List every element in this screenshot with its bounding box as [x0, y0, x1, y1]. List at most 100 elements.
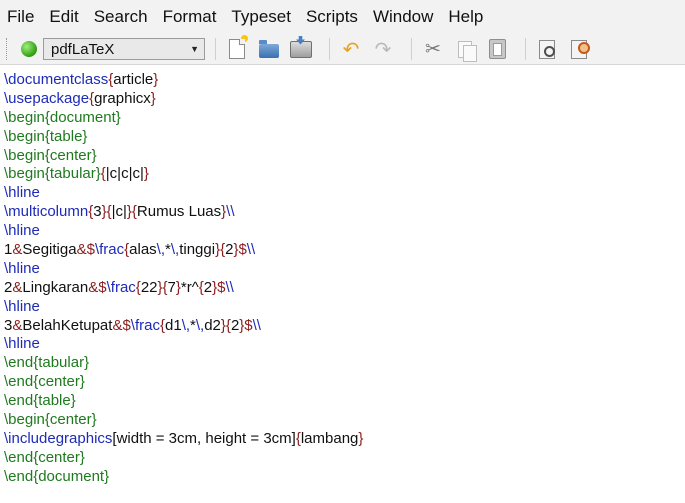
code-line[interactable]: \begin{document} — [4, 109, 685, 128]
folder-open-icon — [259, 39, 279, 58]
code-token: Lingkaran — [22, 278, 89, 296]
save-button[interactable] — [287, 37, 315, 61]
typeset-engine-value: pdfLaTeX — [51, 40, 115, 58]
code-token: \begin{tabular} — [4, 165, 101, 183]
typeset-engine-select[interactable]: pdfLaTeX ▼ — [43, 38, 205, 60]
menu-help[interactable]: Help — [441, 0, 491, 34]
save-icon — [290, 40, 312, 58]
redo-button[interactable]: ↷ — [369, 37, 397, 61]
source-editor[interactable]: \documentclass{article} \usepackage{graph… — [0, 68, 685, 503]
copy-button[interactable] — [451, 37, 479, 62]
code-token: alas — [129, 241, 157, 259]
code-line[interactable]: \hline — [4, 222, 685, 241]
undo-button[interactable]: ↶ — [337, 37, 365, 61]
toolbar-separator — [525, 38, 526, 60]
toolbar-grip[interactable] — [6, 38, 10, 60]
menu-window[interactable]: Window — [366, 0, 441, 34]
replace-button[interactable] — [565, 37, 593, 61]
code-line[interactable]: \begin{table} — [4, 128, 685, 147]
code-line[interactable]: \documentclass{article} — [4, 71, 685, 90]
code-token: \includegraphics — [4, 429, 113, 447]
code-token: graphicx — [94, 89, 151, 107]
code-token: \\ — [246, 241, 256, 259]
code-line[interactable]: \begin{center} — [4, 411, 685, 430]
menu-format[interactable]: Format — [156, 0, 225, 34]
code-token: &$ — [76, 241, 95, 259]
code-token: 22 — [140, 278, 158, 296]
code-token: \end{tabular} — [4, 354, 90, 372]
code-token: \end{table} — [4, 392, 76, 410]
code-token: |c| — [111, 203, 127, 221]
code-token: 7 — [167, 278, 176, 296]
code-token: 2 — [203, 278, 213, 296]
menu-edit[interactable]: Edit — [42, 0, 86, 34]
code-token: \\ — [252, 316, 261, 334]
replace-icon — [571, 39, 590, 59]
code-line[interactable]: \hline — [4, 335, 685, 354]
open-button[interactable] — [255, 37, 283, 61]
code-line[interactable]: \hline — [4, 298, 685, 317]
code-token: \, — [170, 241, 180, 259]
code-line[interactable]: \end{tabular} — [4, 354, 685, 373]
code-token: } — [150, 89, 156, 107]
code-line[interactable]: \end{center} — [4, 449, 685, 468]
code-token: \hline — [4, 222, 40, 240]
code-line[interactable]: \hline — [4, 260, 685, 279]
code-token: }{ — [126, 203, 137, 221]
code-line[interactable]: \begin{center} — [4, 147, 685, 166]
code-token: }{ — [220, 316, 231, 334]
find-button[interactable] — [533, 37, 561, 61]
code-token: article — [113, 71, 154, 88]
new-document-icon — [229, 35, 248, 59]
code-token: \hline — [4, 259, 40, 277]
code-token: \, — [195, 316, 205, 334]
code-token: Rumus Luas — [136, 203, 222, 221]
code-line[interactable]: \multicolumn{3}{|c|}{Rumus Luas}\\ — [4, 203, 685, 222]
cut-button[interactable]: ✂ — [419, 37, 447, 61]
code-token: [width = 3cm, height = 3cm] — [112, 429, 296, 447]
menu-typeset[interactable]: Typeset — [224, 0, 299, 34]
code-token: \hline — [4, 184, 40, 202]
menu-search[interactable]: Search — [87, 0, 156, 34]
paste-button[interactable] — [483, 37, 511, 61]
scissors-icon: ✂ — [425, 38, 441, 60]
code-line[interactable]: 1&Segitiga&$\frac{alas\,*\,tinggi}{2}$\\ — [4, 241, 685, 260]
code-line[interactable]: \usepackage{graphicx} — [4, 90, 685, 109]
code-line[interactable]: 2&Lingkaran&$\frac{22}{7}*r^{2}$\\ — [4, 279, 685, 298]
code-line[interactable]: \end{document} — [4, 468, 685, 487]
code-token: \end{center} — [4, 448, 85, 466]
toolbar-separator — [215, 38, 216, 60]
new-document-button[interactable] — [223, 35, 251, 61]
code-token: }{ — [101, 203, 112, 221]
toolbar: pdfLaTeX ▼ ↶ ↷ ✂ — [0, 34, 685, 65]
code-line[interactable]: 3&BelahKetupat&$\frac{d1\,*\,d2}{2}$\\ — [4, 317, 685, 336]
code-line[interactable]: \hline — [4, 184, 685, 203]
code-token: }{ — [215, 241, 226, 259]
code-line[interactable]: \end{table} — [4, 392, 685, 411]
code-token: \multicolumn — [4, 203, 89, 221]
code-token: \begin{table} — [4, 127, 88, 145]
code-token: tinggi — [179, 241, 216, 259]
toolbar-separator — [329, 38, 330, 60]
code-line[interactable]: \includegraphics[width = 3cm, height = 3… — [4, 430, 685, 449]
undo-icon: ↶ — [342, 37, 360, 61]
code-token: &$ — [88, 278, 107, 296]
code-token: }$ — [239, 316, 253, 334]
code-token: |c|c|c| — [105, 165, 144, 183]
typeset-button[interactable] — [18, 38, 40, 60]
code-line[interactable]: \begin{tabular}{|c|c|c|} — [4, 165, 685, 184]
code-token: \frac — [130, 316, 160, 334]
code-token: }$ — [212, 278, 226, 296]
menu-file[interactable]: File — [0, 0, 42, 34]
code-token: }{ — [157, 278, 168, 296]
code-line[interactable]: \end{center} — [4, 373, 685, 392]
code-token: \\ — [226, 203, 235, 221]
find-icon — [539, 39, 555, 59]
code-token: &$ — [112, 316, 131, 334]
code-token: \end{document} — [4, 467, 110, 485]
code-token: \usepackage — [4, 89, 90, 107]
menu-scripts[interactable]: Scripts — [299, 0, 366, 34]
play-icon — [21, 41, 37, 57]
code-token: \hline — [4, 297, 40, 315]
code-token: d1 — [165, 316, 182, 334]
